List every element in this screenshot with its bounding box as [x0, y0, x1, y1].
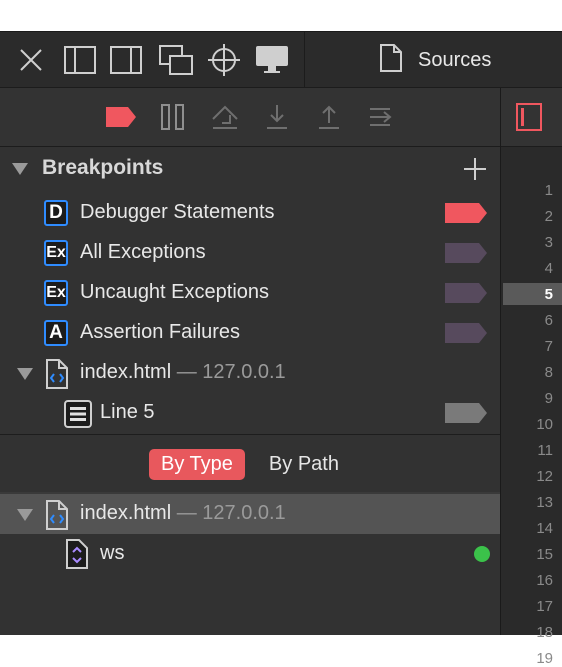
document-icon — [378, 43, 404, 78]
crosshair-icon[interactable] — [206, 40, 242, 80]
breakpoint-resource-index-html[interactable]: index.html — 127.0.0.1 — [0, 353, 500, 393]
resource-host: — 127.0.0.1 — [176, 361, 286, 383]
continue-icon[interactable] — [361, 100, 401, 134]
exception-badge-icon: Ex — [44, 240, 68, 266]
line-number[interactable]: 17 — [536, 598, 553, 615]
tree-resource-index-html[interactable]: index.html — 127.0.0.1 — [0, 494, 500, 534]
gutter-header — [501, 88, 562, 147]
sidebar-left-icon[interactable] — [62, 40, 98, 80]
line-number[interactable]: 4 — [545, 260, 553, 277]
line-number[interactable]: 6 — [545, 312, 553, 329]
breakpoint-line-5[interactable]: Line 5 — [0, 393, 500, 433]
close-icon[interactable] — [13, 40, 49, 80]
line-number[interactable]: 16 — [536, 572, 553, 589]
ws-label: ws — [100, 542, 125, 564]
exception-badge-icon: Ex — [44, 280, 68, 306]
line-number[interactable]: 14 — [536, 520, 553, 537]
scope-by-path[interactable]: By Path — [257, 449, 351, 480]
resource-host: — 127.0.0.1 — [176, 502, 286, 524]
add-breakpoint-icon[interactable] — [462, 156, 488, 187]
line-number[interactable]: 9 — [545, 390, 553, 407]
connection-status-indicator — [474, 546, 490, 562]
web-inspector-window: Sources 1 2 3 4 5 6 7 8 9 10 11 12 13 14 15 16 — [0, 31, 562, 667]
websocket-icon — [64, 538, 90, 575]
breakpoint-flag-icon[interactable] — [445, 203, 487, 223]
disclosure-triangle-icon[interactable] — [12, 163, 28, 175]
line-breakpoint-label: Line 5 — [100, 401, 155, 423]
breakpoint-toggle-icon[interactable] — [101, 100, 141, 134]
line-number[interactable]: 13 — [536, 494, 553, 511]
show-navigation-sidebar-icon[interactable] — [515, 102, 543, 137]
resource-name: index.html — [80, 502, 172, 524]
tree-item-ws[interactable]: ws — [0, 534, 500, 574]
resource-label: index.html — 127.0.0.1 — [80, 361, 286, 384]
breakpoint-uncaught-exceptions[interactable]: Ex Uncaught Exceptions — [0, 273, 500, 313]
inspector-toolbar: Sources — [0, 32, 562, 88]
breakpoint-label: Assertion Failures — [80, 321, 241, 343]
line-number[interactable]: 12 — [536, 468, 553, 485]
step-out-icon[interactable] — [309, 100, 349, 134]
monitor-icon[interactable] — [254, 40, 290, 80]
line-number[interactable]: 1 — [545, 182, 553, 199]
line-number[interactable]: 18 — [536, 624, 553, 641]
tree-empty-area — [0, 574, 500, 635]
line-number[interactable]: 10 — [536, 416, 553, 433]
html-file-icon — [44, 499, 70, 536]
debugger-controls — [0, 88, 500, 147]
disclosure-triangle-icon[interactable] — [17, 368, 33, 380]
tab-sources[interactable]: Sources — [378, 42, 491, 78]
tab-sources-label: Sources — [418, 48, 492, 71]
sidebar-right-icon[interactable] — [108, 40, 144, 80]
resource-label: index.html — 127.0.0.1 — [80, 502, 286, 525]
pause-icon[interactable] — [153, 100, 193, 134]
breakpoints-section-header[interactable]: Breakpoints — [0, 146, 500, 190]
assertion-badge-icon: A — [44, 320, 68, 346]
breakpoint-label: Uncaught Exceptions — [80, 281, 270, 303]
breakpoint-flag-icon[interactable] — [445, 283, 487, 303]
breakpoint-all-exceptions[interactable]: Ex All Exceptions — [0, 233, 500, 273]
source-line-icon — [64, 400, 92, 433]
line-number[interactable]: 8 — [545, 364, 553, 381]
line-number[interactable]: 15 — [536, 546, 553, 563]
source-gutter: 1 2 3 4 5 6 7 8 9 10 11 12 13 14 15 16 17 18 19 — [500, 88, 562, 667]
breakpoint-assertion-failures[interactable]: A Assertion Failures — [0, 313, 500, 353]
breakpoint-label: All Exceptions — [80, 241, 206, 263]
step-into-icon[interactable] — [257, 100, 297, 134]
line-number[interactable]: 7 — [545, 338, 553, 355]
toolbar-divider — [304, 32, 305, 87]
scope-by-type[interactable]: By Type — [149, 448, 245, 480]
breakpoint-label: Debugger Statements — [80, 201, 275, 223]
breakpoint-debugger-statements[interactable]: D Debugger Statements — [0, 193, 500, 233]
breakpoint-flag-icon[interactable] — [445, 323, 487, 343]
resource-name: index.html — [80, 361, 172, 383]
html-file-icon — [44, 358, 70, 395]
debugger-badge-icon: D — [44, 200, 68, 226]
disclosure-triangle-icon[interactable] — [17, 509, 33, 521]
step-over-icon[interactable] — [205, 100, 245, 134]
breakpoint-flag-icon[interactable] — [445, 243, 487, 263]
line-number[interactable]: 3 — [545, 234, 553, 251]
active-line-highlight — [503, 283, 562, 305]
breakpoints-title: Breakpoints — [42, 156, 164, 179]
line-number[interactable]: 19 — [536, 650, 553, 667]
windows-icon[interactable] — [158, 40, 194, 80]
line-number[interactable]: 11 — [537, 442, 553, 459]
scope-bar: By Type By Path — [0, 435, 500, 493]
breakpoint-flag-icon[interactable] — [445, 403, 487, 423]
line-number[interactable]: 2 — [545, 208, 553, 225]
line-number[interactable]: 5 — [545, 286, 553, 303]
